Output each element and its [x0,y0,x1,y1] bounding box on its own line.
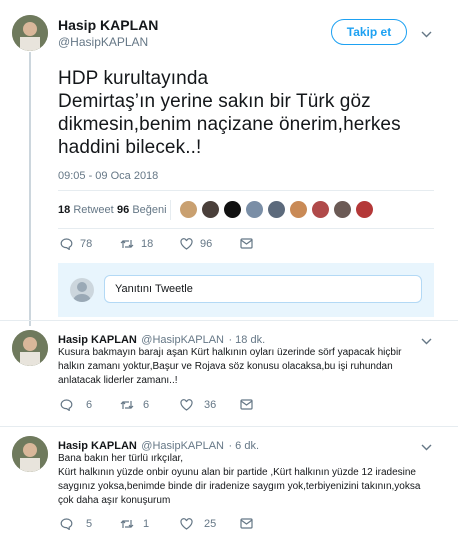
reply-text-line: halkın zamanı yoktur,Başur ve Rojava söz… [58,361,393,372]
tweet-text-line: haddini bilecek..! [58,137,202,158]
tweet-text-line: Demirtaş’ın yerine sakın bir Türk göz [58,91,371,112]
reply-action[interactable]: 5 [60,518,92,530]
like-count: 25 [204,518,217,530]
reply-box: Yanıtını Tweetle [58,263,434,317]
retweet-action[interactable]: 1 [120,518,149,530]
reply-icon [60,518,73,530]
retweet-count-action: 18 [141,238,154,250]
tweet-timestamp[interactable]: 09:05 - 09 Oca 2018 [58,170,158,182]
retweet-count: 18 [58,204,71,216]
liker-avatar[interactable] [224,201,241,218]
heart-icon [180,518,193,530]
liker-avatar[interactable] [312,201,329,218]
divider [0,320,458,321]
heart-icon [180,399,193,411]
heart-icon [180,238,193,250]
like-count: 36 [204,399,217,411]
thread-line [29,52,31,326]
retweet-stat[interactable]: 18 Retweet [58,204,114,216]
reply-time[interactable]: · 18 dk. [228,334,265,346]
divider [0,426,458,427]
liker-avatar[interactable] [356,201,373,218]
reply-input[interactable]: Yanıtını Tweetle [104,275,422,303]
reply-author-avatar[interactable] [12,436,48,472]
current-user-avatar [70,278,94,302]
like-action[interactable]: 96 [180,238,212,250]
reply-author-handle[interactable]: @HasipKAPLAN [141,440,224,452]
reply-action[interactable]: 6 [60,399,92,411]
reply-icon [60,399,73,411]
retweet-icon [120,520,134,528]
author-handle[interactable]: @HasipKAPLAN [58,35,148,49]
like-count-action: 96 [200,238,213,250]
reply-author-name[interactable]: Hasip KAPLAN [58,440,137,452]
like-action[interactable]: 36 [180,399,216,411]
reply-text-line: anlatacak liderler zamanı..! [58,375,178,386]
like-label: Beğeni [132,204,167,216]
liker-avatar[interactable] [290,201,307,218]
direct-message-action[interactable] [240,399,260,410]
likers-avatars [180,201,380,219]
direct-message-action[interactable] [240,518,260,529]
reply-count: 6 [86,399,93,411]
retweet-label: Retweet [73,204,114,216]
divider [58,190,434,191]
reply-author-name[interactable]: Hasip KAPLAN [58,334,137,346]
reply-text: Kusura bakmayın barajı aşan Kürt halkını… [58,346,448,388]
tweet-text-line: HDP kurultayında [58,68,209,89]
more-options-chevron-icon[interactable] [421,27,432,41]
stats-separator [170,200,171,220]
reply-text-line: Bana bakın her türlü ırkçılar, [58,453,184,464]
retweet-icon [120,240,134,248]
retweet-count: 6 [143,399,150,411]
reply-text-line: Kusura bakmayın barajı aşan Kürt halkını… [58,347,402,358]
like-stat[interactable]: 96 Beğeni [117,204,167,216]
follow-button[interactable]: Takip et [331,19,407,45]
retweet-count: 1 [143,518,150,530]
direct-message-action[interactable] [240,238,260,249]
divider [58,228,434,229]
author-avatar[interactable] [12,15,48,51]
envelope-icon [240,238,253,249]
like-count: 96 [117,204,130,216]
reply-author-handle[interactable]: @HasipKAPLAN [141,334,224,346]
envelope-icon [240,399,253,410]
reply-action[interactable]: 78 [60,238,92,250]
tweet-text: HDP kurultayında Demirtaş’ın yerine sakı… [58,67,453,159]
retweet-action[interactable]: 18 [120,238,153,250]
reply-text-line: Kürt halkının yüzde onbir oyunu alan bir… [58,467,416,478]
liker-avatar[interactable] [246,201,263,218]
like-action[interactable]: 25 [180,518,216,530]
reply-icon [60,238,73,250]
reply-author-avatar[interactable] [12,330,48,366]
liker-avatar[interactable] [180,201,197,218]
reply-time[interactable]: · 6 dk. [228,440,259,452]
retweet-action[interactable]: 6 [120,399,149,411]
reply-text-line: saygınız yoksa,benimde binde dir iradeni… [58,481,421,492]
tweet-text-line: dikmesin,benim naçizane önerim,herkes [58,114,401,135]
reply-count: 78 [80,238,93,250]
liker-avatar[interactable] [202,201,219,218]
reply-text: Bana bakın her türlü ırkçılar, Kürt halk… [58,452,448,508]
liker-avatar[interactable] [268,201,285,218]
author-name[interactable]: Hasip KAPLAN [58,17,158,33]
retweet-icon [120,401,134,409]
reply-text-line: çok daha aşır konuşurum [58,495,171,506]
reply-count: 5 [86,518,93,530]
envelope-icon [240,518,253,529]
liker-avatar[interactable] [334,201,351,218]
